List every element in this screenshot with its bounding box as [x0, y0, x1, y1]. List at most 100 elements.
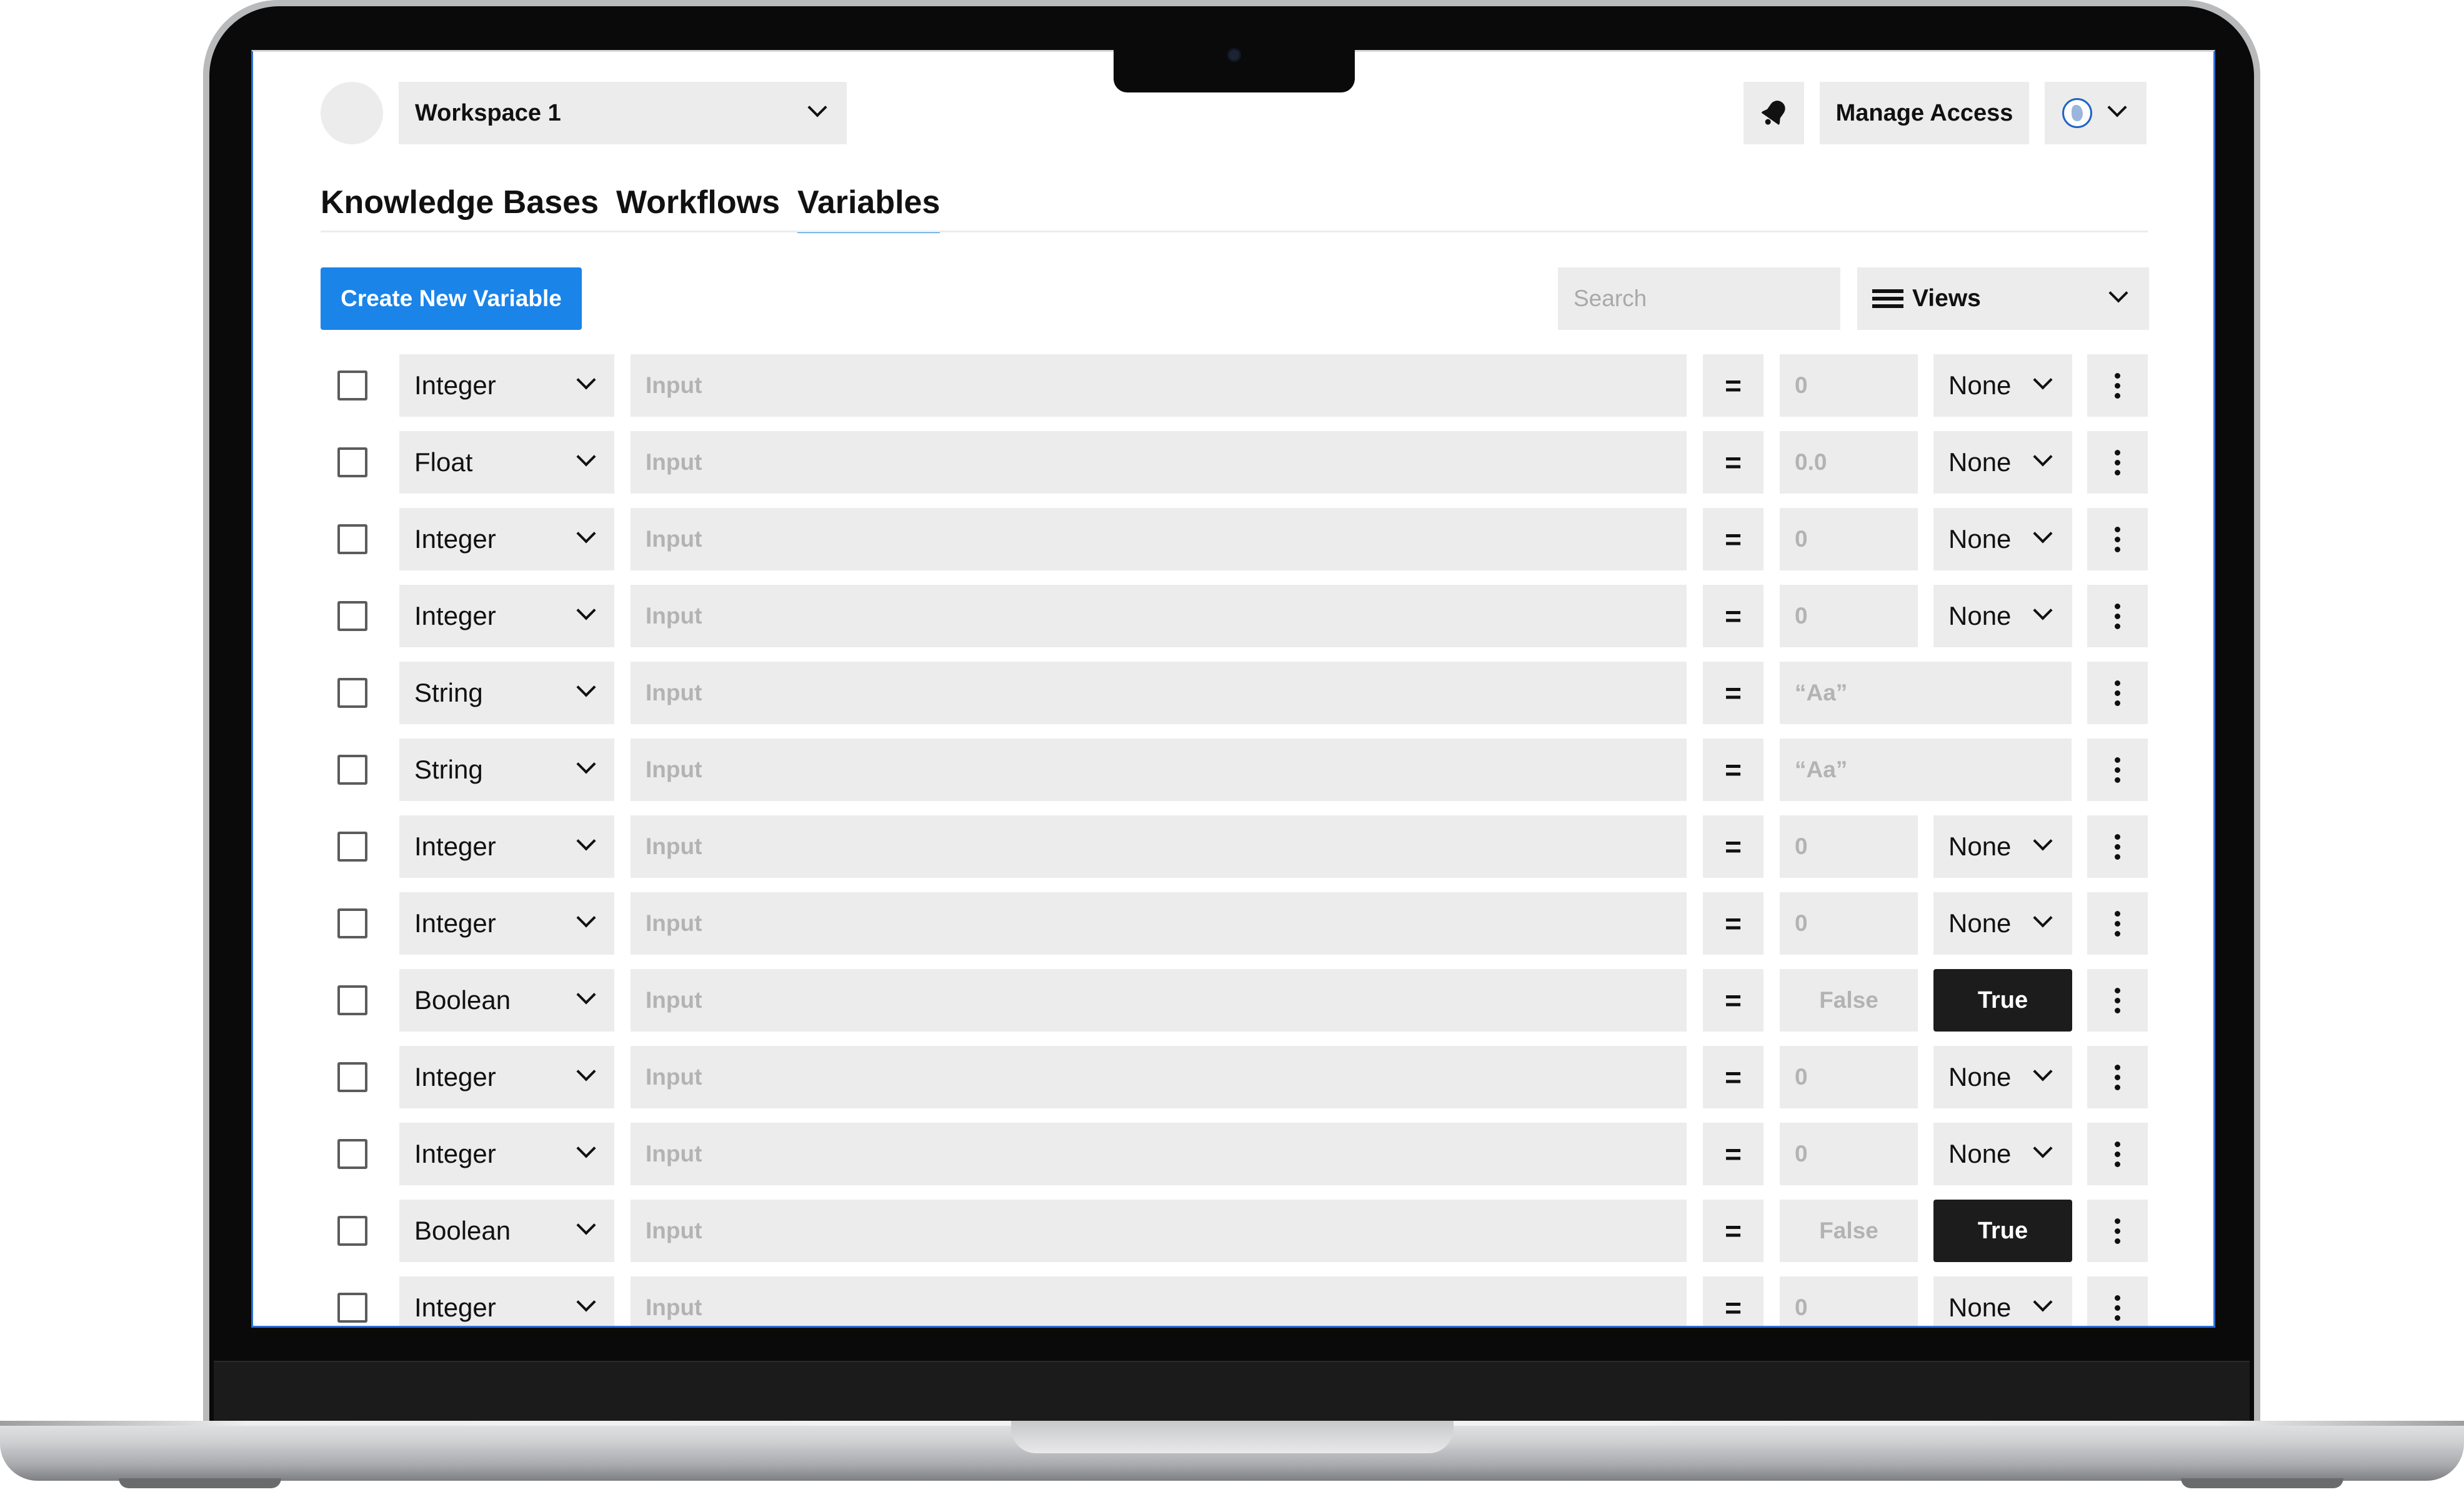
- unit-select[interactable]: None: [1933, 815, 2072, 878]
- row-checkbox[interactable]: [337, 601, 367, 631]
- row-checkbox[interactable]: [337, 524, 367, 554]
- more-options-button[interactable]: [2087, 969, 2148, 1032]
- equals-operator[interactable]: =: [1703, 1046, 1763, 1108]
- variable-name-input[interactable]: Input: [631, 815, 1687, 878]
- manage-access-button[interactable]: Manage Access: [1820, 82, 2029, 144]
- equals-operator[interactable]: =: [1703, 1276, 1763, 1326]
- equals-operator[interactable]: =: [1703, 892, 1763, 955]
- value-input[interactable]: 0.0: [1780, 431, 1918, 494]
- workspace-avatar[interactable]: [321, 82, 383, 144]
- equals-operator[interactable]: =: [1703, 508, 1763, 570]
- more-options-button[interactable]: [2087, 892, 2148, 955]
- row-checkbox[interactable]: [337, 371, 367, 400]
- row-checkbox[interactable]: [337, 447, 367, 477]
- type-select[interactable]: Integer: [399, 892, 614, 955]
- more-options-button[interactable]: [2087, 1123, 2148, 1185]
- type-select[interactable]: String: [399, 662, 614, 724]
- row-checkbox[interactable]: [337, 985, 367, 1015]
- equals-operator[interactable]: =: [1703, 969, 1763, 1032]
- true-option-button[interactable]: True: [1933, 1200, 2072, 1262]
- variable-name-input[interactable]: Input: [631, 1200, 1687, 1262]
- type-select[interactable]: Integer: [399, 354, 614, 417]
- row-checkbox[interactable]: [337, 755, 367, 785]
- more-options-button[interactable]: [2087, 431, 2148, 494]
- type-select[interactable]: Integer: [399, 585, 614, 647]
- unit-select[interactable]: None: [1933, 1123, 2072, 1185]
- equals-operator[interactable]: =: [1703, 662, 1763, 724]
- row-checkbox[interactable]: [337, 1139, 367, 1169]
- value-input[interactable]: 0: [1780, 815, 1918, 878]
- type-select[interactable]: Integer: [399, 508, 614, 570]
- variable-name-input[interactable]: Input: [631, 508, 1687, 570]
- type-select[interactable]: Boolean: [399, 1200, 614, 1262]
- value-input[interactable]: 0: [1780, 354, 1918, 417]
- type-select[interactable]: String: [399, 739, 614, 801]
- unit-select[interactable]: None: [1933, 1276, 2072, 1326]
- more-options-button[interactable]: [2087, 585, 2148, 647]
- more-options-button[interactable]: [2087, 354, 2148, 417]
- equals-operator[interactable]: =: [1703, 431, 1763, 494]
- more-options-button[interactable]: [2087, 1200, 2148, 1262]
- unit-select[interactable]: None: [1933, 892, 2072, 955]
- variable-name-input[interactable]: Input: [631, 1046, 1687, 1108]
- more-options-button[interactable]: [2087, 815, 2148, 878]
- value-input[interactable]: 0: [1780, 892, 1918, 955]
- variable-name-input[interactable]: Input: [631, 1276, 1687, 1326]
- more-options-button[interactable]: [2087, 739, 2148, 801]
- tab-variables[interactable]: Variables: [797, 183, 940, 233]
- row-checkbox[interactable]: [337, 908, 367, 938]
- equals-operator[interactable]: =: [1703, 815, 1763, 878]
- notifications-button[interactable]: [1743, 82, 1804, 144]
- false-option[interactable]: False: [1780, 1200, 1918, 1262]
- row-checkbox[interactable]: [337, 832, 367, 862]
- value-input[interactable]: 0: [1780, 508, 1918, 570]
- value-input[interactable]: 0: [1780, 1123, 1918, 1185]
- type-select[interactable]: Float: [399, 431, 614, 494]
- unit-select[interactable]: None: [1933, 354, 2072, 417]
- row-checkbox[interactable]: [337, 1293, 367, 1323]
- variable-name-input[interactable]: Input: [631, 969, 1687, 1032]
- create-new-variable-button[interactable]: Create New Variable: [321, 267, 582, 330]
- tab-knowledge-bases[interactable]: Knowledge Bases: [321, 183, 599, 233]
- tab-workflows[interactable]: Workflows: [616, 183, 780, 233]
- variable-name-input[interactable]: Input: [631, 431, 1687, 494]
- value-input[interactable]: 0: [1780, 585, 1918, 647]
- equals-operator[interactable]: =: [1703, 1200, 1763, 1262]
- unit-select[interactable]: None: [1933, 1046, 2072, 1108]
- unit-select[interactable]: None: [1933, 508, 2072, 570]
- false-option[interactable]: False: [1780, 969, 1918, 1032]
- type-select[interactable]: Integer: [399, 1276, 614, 1326]
- more-options-button[interactable]: [2087, 1276, 2148, 1326]
- variable-name-input[interactable]: Input: [631, 354, 1687, 417]
- equals-operator[interactable]: =: [1703, 354, 1763, 417]
- equals-operator[interactable]: =: [1703, 739, 1763, 801]
- equals-operator[interactable]: =: [1703, 585, 1763, 647]
- type-select[interactable]: Integer: [399, 1046, 614, 1108]
- workspace-select[interactable]: Workspace 1: [399, 82, 847, 144]
- type-select[interactable]: Integer: [399, 1123, 614, 1185]
- value-input[interactable]: 0: [1780, 1046, 1918, 1108]
- variable-name-input[interactable]: Input: [631, 892, 1687, 955]
- value-input[interactable]: “Aa”: [1780, 662, 2072, 724]
- variable-name-input[interactable]: Input: [631, 739, 1687, 801]
- value-input[interactable]: “Aa”: [1780, 739, 2072, 801]
- unit-select[interactable]: None: [1933, 585, 2072, 647]
- views-dropdown[interactable]: Views: [1857, 267, 2149, 330]
- row-checkbox[interactable]: [337, 678, 367, 708]
- more-options-button[interactable]: [2087, 508, 2148, 570]
- true-option-button[interactable]: True: [1933, 969, 2072, 1032]
- more-options-button[interactable]: [2087, 1046, 2148, 1108]
- row-checkbox[interactable]: [337, 1216, 367, 1246]
- variable-name-input[interactable]: Input: [631, 1123, 1687, 1185]
- value-input[interactable]: 0: [1780, 1276, 1918, 1326]
- search-input[interactable]: [1558, 267, 1840, 330]
- variable-name-input[interactable]: Input: [631, 585, 1687, 647]
- type-select[interactable]: Integer: [399, 815, 614, 878]
- more-options-button[interactable]: [2087, 662, 2148, 724]
- user-menu-button[interactable]: [2045, 82, 2147, 144]
- type-select[interactable]: Boolean: [399, 969, 614, 1032]
- variable-name-input[interactable]: Input: [631, 662, 1687, 724]
- row-checkbox[interactable]: [337, 1062, 367, 1092]
- equals-operator[interactable]: =: [1703, 1123, 1763, 1185]
- unit-select[interactable]: None: [1933, 431, 2072, 494]
